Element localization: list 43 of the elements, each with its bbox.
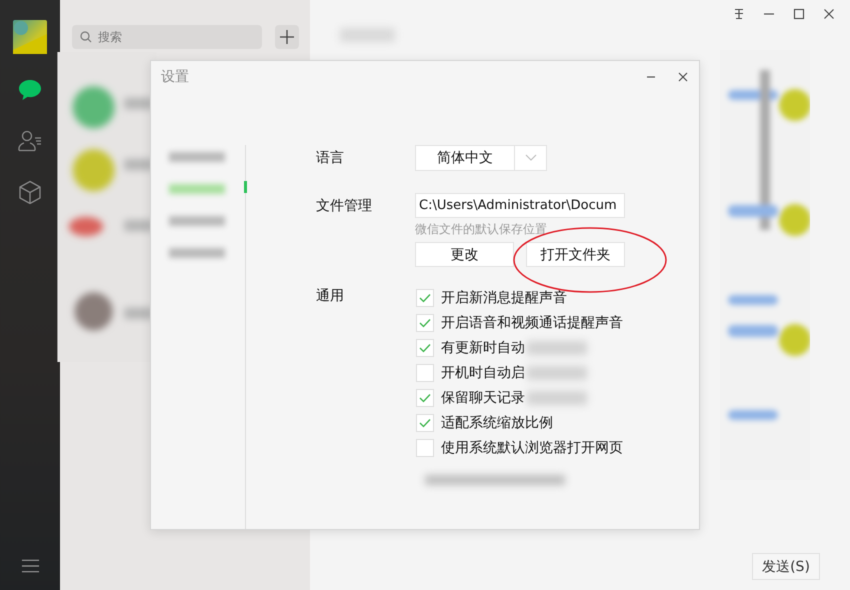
- checkmark-icon: [419, 342, 431, 352]
- option-label: 有更新时自动: [441, 338, 525, 356]
- checkbox[interactable]: [416, 364, 434, 382]
- option-label: 保留聊天记录: [441, 388, 525, 406]
- selection-indicator: [244, 181, 247, 193]
- option-label: 开机时自动启: [441, 364, 525, 382]
- file-management-label: 文件管理: [316, 197, 373, 216]
- option-label: 开启语音和视频通话提醒声音: [441, 314, 623, 332]
- checkmark-icon: [419, 318, 431, 328]
- path-field[interactable]: C:\Users\Administrator\Docum: [415, 193, 625, 218]
- contacts-icon[interactable]: [18, 129, 42, 153]
- plus-icon: [280, 30, 294, 44]
- option-label: 使用系统默认浏览器打开网页: [441, 438, 623, 456]
- checkbox[interactable]: [416, 388, 434, 406]
- option-label: 开启新消息提醒声音: [441, 288, 567, 306]
- checkbox[interactable]: [416, 338, 434, 356]
- maximize-icon[interactable]: [793, 8, 805, 20]
- pin-icon[interactable]: [733, 8, 745, 20]
- chat-icon[interactable]: [18, 78, 42, 102]
- checkbox[interactable]: [416, 438, 434, 456]
- option-label: 适配系统缩放比例: [441, 414, 553, 432]
- menu-icon[interactable]: [20, 559, 40, 573]
- dialog-title: 设置: [161, 68, 190, 86]
- checkbox[interactable]: [416, 288, 434, 306]
- dialog-button[interactable]: 打开文件夹: [526, 242, 625, 267]
- checkmark-icon: [419, 392, 431, 402]
- checkmark-icon: [419, 418, 431, 428]
- hint-text: 微信文件的默认保存位置: [415, 221, 548, 238]
- search-icon: [80, 31, 92, 43]
- send-button[interactable]: 发送(S): [752, 553, 820, 580]
- close-icon[interactable]: [823, 8, 835, 20]
- search-field[interactable]: 搜索: [72, 25, 262, 49]
- checkbox[interactable]: [416, 314, 434, 332]
- close-icon[interactable]: [677, 71, 689, 83]
- cube-icon[interactable]: [18, 180, 42, 204]
- checkmark-icon: [419, 292, 431, 302]
- dialog-button[interactable]: 更改: [415, 242, 514, 267]
- language-dropdown[interactable]: 简体中文: [415, 145, 547, 171]
- add-button[interactable]: [275, 25, 299, 49]
- checkbox[interactable]: [416, 414, 434, 432]
- language-label: 语言: [316, 149, 345, 168]
- chevron-down-icon: [524, 154, 536, 162]
- general-label: 通用: [316, 287, 345, 306]
